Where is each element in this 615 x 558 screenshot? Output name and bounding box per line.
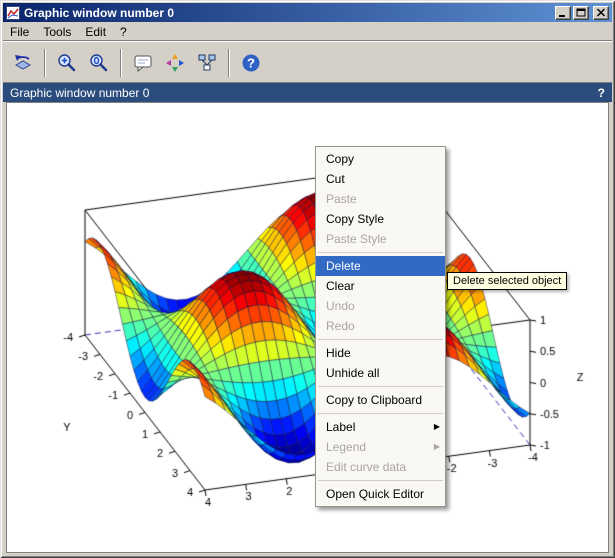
- menu-separator: [318, 480, 443, 481]
- context-menu-item-edit-curve-data: Edit curve data: [316, 457, 445, 477]
- context-menu-item-label[interactable]: Label ▶: [316, 417, 445, 437]
- toolbar-separator: [228, 49, 230, 77]
- toolbar: ?: [3, 41, 612, 83]
- submenu-arrow-icon: ▶: [434, 437, 440, 457]
- close-button[interactable]: [593, 6, 609, 20]
- title-bar: Graphic window number 0: [3, 3, 612, 22]
- menu-item-label: Copy Style: [326, 212, 384, 226]
- menu-item-label: Paste Style: [326, 232, 387, 246]
- menu-item-label: Clear: [326, 279, 355, 293]
- menu-item-label: Hide: [326, 346, 351, 360]
- context-menu-item-unhide-all[interactable]: Unhide all: [316, 363, 445, 383]
- datatips-icon: [164, 52, 186, 74]
- menu-item-label: Unhide all: [326, 366, 379, 380]
- ged-editor-button[interactable]: [128, 48, 158, 78]
- menu-file[interactable]: File: [3, 23, 36, 41]
- graphic-window: Graphic window number 0 File Tools Edit …: [0, 0, 615, 558]
- context-menu-item-paste: Paste: [316, 189, 445, 209]
- info-bar: Graphic window number 0 ?: [3, 83, 612, 102]
- menu-item-label: Paste: [326, 192, 357, 206]
- context-menu-item-cut[interactable]: Cut: [316, 169, 445, 189]
- toolbar-separator: [44, 49, 46, 77]
- info-bar-help[interactable]: ?: [598, 86, 605, 100]
- context-menu-item-copy[interactable]: Copy: [316, 149, 445, 169]
- menu-item-label: Legend: [326, 440, 366, 454]
- menu-separator: [318, 386, 443, 387]
- svg-text:?: ?: [247, 55, 255, 70]
- figure-browser-button[interactable]: [192, 48, 222, 78]
- context-menu-item-copy-to-clipboard[interactable]: Copy to Clipboard: [316, 390, 445, 410]
- zoom-area-button[interactable]: [52, 48, 82, 78]
- menu-item-label: Cut: [326, 172, 345, 186]
- context-menu-item-paste-style: Paste Style: [316, 229, 445, 249]
- menu-separator: [318, 413, 443, 414]
- context-menu-item-delete[interactable]: Delete: [316, 256, 445, 276]
- zoom-in-icon: [56, 52, 78, 74]
- tooltip: Delete selected object: [447, 272, 567, 290]
- menu-item-label: Undo: [326, 299, 355, 313]
- submenu-arrow-icon: ▶: [434, 417, 440, 437]
- help-icon: ?: [240, 52, 262, 74]
- context-menu-item-clear[interactable]: Clear: [316, 276, 445, 296]
- scilab-figure-icon: [6, 6, 20, 20]
- dialog-bubble-icon: [132, 52, 154, 74]
- context-menu-item-legend: Legend ▶: [316, 437, 445, 457]
- minimize-button[interactable]: [555, 6, 571, 20]
- toolbar-separator: [120, 49, 122, 77]
- context-menu: Copy Cut Paste Copy Style Paste Style Delete C…: [315, 146, 446, 507]
- context-menu-item-open-quick-editor[interactable]: Open Quick Editor: [316, 484, 445, 504]
- menu-item-label: Copy: [326, 152, 354, 166]
- menu-separator: [318, 339, 443, 340]
- menu-help[interactable]: ?: [113, 23, 134, 41]
- zoom-reset-icon: [88, 52, 110, 74]
- figure-tree-icon: [196, 52, 218, 74]
- menu-item-label: Edit curve data: [326, 460, 406, 474]
- minimize-icon: [558, 8, 568, 17]
- menu-item-label: Delete: [326, 259, 361, 273]
- rotate-3d-button[interactable]: [8, 48, 38, 78]
- datatip-manager-button[interactable]: [160, 48, 190, 78]
- window-title: Graphic window number 0: [24, 6, 555, 20]
- context-menu-item-hide[interactable]: Hide: [316, 343, 445, 363]
- surface-plot-canvas[interactable]: [7, 103, 606, 549]
- menu-item-label: Label: [326, 420, 355, 434]
- plot-area: [6, 102, 609, 553]
- window-controls: [555, 6, 609, 20]
- context-menu-item-redo: Redo: [316, 316, 445, 336]
- reset-view-button[interactable]: [84, 48, 114, 78]
- menu-tools[interactable]: Tools: [36, 23, 78, 41]
- menu-bar: File Tools Edit ?: [3, 22, 612, 41]
- menu-separator: [318, 252, 443, 253]
- menu-item-label: Copy to Clipboard: [326, 393, 422, 407]
- context-menu-item-copy-style[interactable]: Copy Style: [316, 209, 445, 229]
- info-bar-text: Graphic window number 0: [10, 86, 149, 100]
- context-menu-item-undo: Undo: [316, 296, 445, 316]
- rotate-3d-icon: [12, 52, 34, 74]
- menu-edit[interactable]: Edit: [78, 23, 113, 41]
- menu-item-label: Redo: [326, 319, 355, 333]
- close-icon: [596, 8, 606, 17]
- menu-item-label: Open Quick Editor: [326, 487, 424, 501]
- help-button[interactable]: ?: [236, 48, 266, 78]
- maximize-button[interactable]: [573, 6, 589, 20]
- maximize-icon: [576, 8, 586, 17]
